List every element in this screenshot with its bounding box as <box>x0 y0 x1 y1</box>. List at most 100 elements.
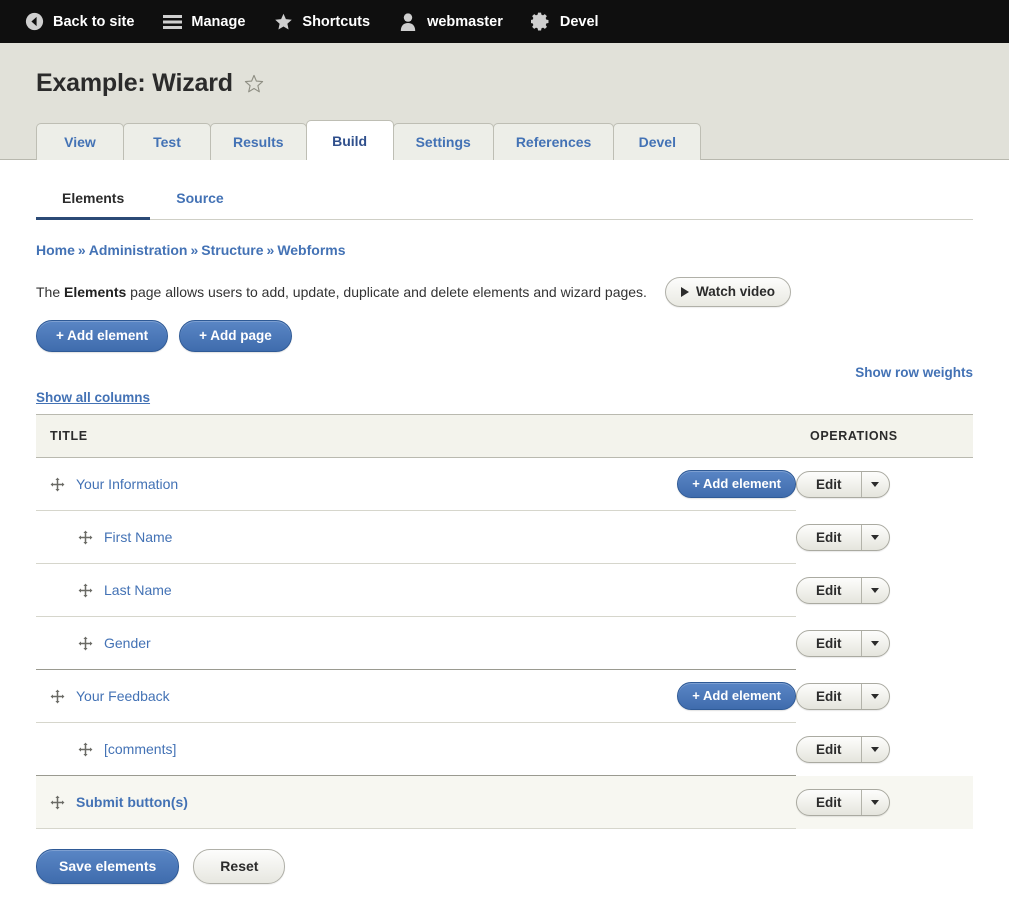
breadcrumb-item-webforms[interactable]: Webforms <box>277 242 345 258</box>
watch-video-button[interactable]: Watch video <box>665 277 791 307</box>
edit-dropbutton: Edit <box>796 471 890 498</box>
toolbar-item-label: Manage <box>191 14 245 30</box>
tab-results[interactable]: Results <box>210 123 307 160</box>
edit-button[interactable]: Edit <box>797 525 862 550</box>
edit-dropdown-toggle[interactable] <box>862 631 889 656</box>
edit-dropdown-toggle[interactable] <box>862 684 889 709</box>
row-title-link[interactable]: Your Information <box>76 476 178 492</box>
edit-dropbutton: Edit <box>796 736 890 763</box>
elements-table: TITLE OPERATIONS Your Information + Add … <box>36 414 973 829</box>
star-icon <box>273 12 293 32</box>
row-title-cell: Last Name <box>36 564 608 617</box>
breadcrumb-separator: » <box>264 242 278 258</box>
subtab-source[interactable]: Source <box>150 180 249 220</box>
row-add-element-cell: + Add element <box>608 670 796 723</box>
description-row: The Elements page allows users to add, u… <box>36 258 973 307</box>
breadcrumb-item-structure[interactable]: Structure <box>201 242 263 258</box>
row-add-element-cell <box>608 776 796 829</box>
admin-toolbar: Back to site Manage Shortcuts webmaster <box>0 0 1009 43</box>
toolbar-item-label: Back to site <box>53 14 134 30</box>
drag-handle-icon[interactable] <box>50 795 65 810</box>
breadcrumb-item-home[interactable]: Home <box>36 242 75 258</box>
toolbar-item-manage[interactable]: Manage <box>148 0 259 43</box>
drag-handle-icon[interactable] <box>78 742 93 757</box>
toolbar-item-devel[interactable]: Devel <box>517 0 613 43</box>
drag-handle-icon[interactable] <box>50 477 65 492</box>
row-add-element-cell <box>608 564 796 617</box>
row-add-element-button[interactable]: + Add element <box>677 682 796 710</box>
row-title-link[interactable]: Submit button(s) <box>76 794 188 810</box>
row-title-wrap: First Name <box>36 511 608 563</box>
user-icon <box>398 12 418 32</box>
tab-view[interactable]: View <box>36 123 124 160</box>
row-add-element-button[interactable]: + Add element <box>677 470 796 498</box>
description-suffix: page allows users to add, update, duplic… <box>126 284 647 300</box>
breadcrumb-item-administration[interactable]: Administration <box>89 242 188 258</box>
table-row: Your Information + Add element Edit <box>36 458 973 511</box>
subtab-label: Elements <box>62 190 124 206</box>
tab-test[interactable]: Test <box>123 123 211 160</box>
chevron-down-icon <box>871 482 879 487</box>
chevron-down-icon <box>871 800 879 805</box>
row-title-link[interactable]: Gender <box>104 635 151 651</box>
edit-dropbutton: Edit <box>796 683 890 710</box>
column-header-operations: OPERATIONS <box>796 415 973 458</box>
table-row: First Name Edit <box>36 511 973 564</box>
tab-label: View <box>64 134 96 150</box>
star-outline-icon[interactable] <box>244 74 264 94</box>
page-header-band: Example: Wizard View Test Results Build … <box>0 43 1009 160</box>
edit-button[interactable]: Edit <box>797 684 862 709</box>
play-triangle-icon <box>681 287 689 297</box>
show-all-columns-row: Show all columns <box>36 380 973 414</box>
row-operations-cell: Edit <box>796 617 973 670</box>
edit-button[interactable]: Edit <box>797 472 862 497</box>
page-description: The Elements page allows users to add, u… <box>36 284 647 300</box>
toolbar-item-shortcuts[interactable]: Shortcuts <box>259 0 384 43</box>
drag-handle-icon[interactable] <box>78 530 93 545</box>
edit-dropdown-toggle[interactable] <box>862 737 889 762</box>
edit-button[interactable]: Edit <box>797 578 862 603</box>
table-row: Your Feedback + Add element Edit <box>36 670 973 723</box>
subtab-elements[interactable]: Elements <box>36 180 150 220</box>
chevron-down-icon <box>871 747 879 752</box>
tab-references[interactable]: References <box>493 123 615 160</box>
row-title-link[interactable]: [comments] <box>104 741 176 757</box>
row-title-link[interactable]: Last Name <box>104 582 172 598</box>
edit-button[interactable]: Edit <box>797 790 862 815</box>
edit-dropbutton: Edit <box>796 630 890 657</box>
drag-handle-icon[interactable] <box>50 689 65 704</box>
edit-dropdown-toggle[interactable] <box>862 790 889 815</box>
edit-dropdown-toggle[interactable] <box>862 525 889 550</box>
tab-settings[interactable]: Settings <box>393 123 494 160</box>
drag-handle-icon[interactable] <box>78 583 93 598</box>
row-title-link[interactable]: Your Feedback <box>76 688 170 704</box>
show-row-weights-link[interactable]: Show row weights <box>855 365 973 380</box>
add-page-button[interactable]: + Add page <box>179 320 292 352</box>
edit-dropbutton: Edit <box>796 577 890 604</box>
toolbar-item-back-to-site[interactable]: Back to site <box>10 0 148 43</box>
row-title-cell: Your Information <box>36 458 608 511</box>
edit-dropdown-toggle[interactable] <box>862 472 889 497</box>
edit-button[interactable]: Edit <box>797 737 862 762</box>
table-row: Submit button(s) Edit <box>36 776 973 829</box>
row-title-wrap: Your Information <box>36 458 608 510</box>
edit-button[interactable]: Edit <box>797 631 862 656</box>
tab-label: Build <box>332 133 367 149</box>
save-elements-button[interactable]: Save elements <box>36 849 179 884</box>
row-title-link[interactable]: First Name <box>104 529 172 545</box>
show-all-columns-link[interactable]: Show all columns <box>36 390 150 405</box>
row-title-cell: [comments] <box>36 723 608 776</box>
edit-dropdown-toggle[interactable] <box>862 578 889 603</box>
table-row: [comments] Edit <box>36 723 973 776</box>
row-title-wrap: Your Feedback <box>36 670 608 722</box>
reset-button[interactable]: Reset <box>193 849 285 884</box>
main-content: Elements Source Home»Administration»Stru… <box>0 160 1009 884</box>
tab-build[interactable]: Build <box>306 120 394 160</box>
tab-devel[interactable]: Devel <box>613 123 701 160</box>
toolbar-item-webmaster[interactable]: webmaster <box>384 0 517 43</box>
description-emphasis: Elements <box>64 284 126 300</box>
chevron-down-icon <box>871 694 879 699</box>
row-add-element-cell <box>608 511 796 564</box>
add-element-button[interactable]: + Add element <box>36 320 168 352</box>
drag-handle-icon[interactable] <box>78 636 93 651</box>
